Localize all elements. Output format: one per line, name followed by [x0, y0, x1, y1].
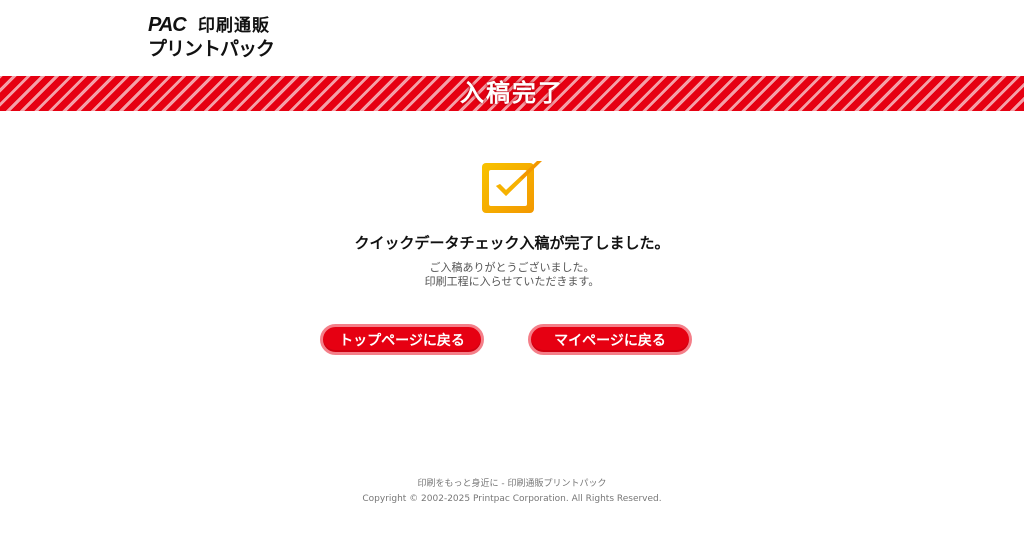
page-title: 入稿完了 [460, 79, 564, 107]
logo-bottom-text: プリントパック [148, 38, 275, 60]
process-text: 印刷工程に入らせていただきます。 [424, 275, 600, 288]
logo-brand-mark: PAC [148, 14, 187, 36]
page: PAC 印刷通販 プリントパック 入稿完了 クイックデータチェック入稿が完了しま… [0, 0, 1024, 550]
back-to-top-button[interactable]: トップページに戻る [320, 324, 484, 355]
footer-copyright: Copyright © 2002-2025 Printpac Corporati… [362, 494, 662, 504]
thanks-text: ご入稿ありがとうございました。 [429, 261, 595, 274]
back-to-mypage-button[interactable]: マイページに戻る [528, 324, 692, 355]
printpac-logo[interactable]: PAC 印刷通販 プリントパック [148, 14, 278, 60]
footer-tagline: 印刷をもっと身近に - 印刷通販プリントパック [417, 479, 607, 489]
check-box-icon [482, 161, 542, 213]
logo-top-text: 印刷通販 [198, 16, 270, 36]
page-title-banner: 入稿完了 [0, 76, 1024, 111]
completion-message: クイックデータチェック入稿が完了しました。 [354, 234, 670, 252]
